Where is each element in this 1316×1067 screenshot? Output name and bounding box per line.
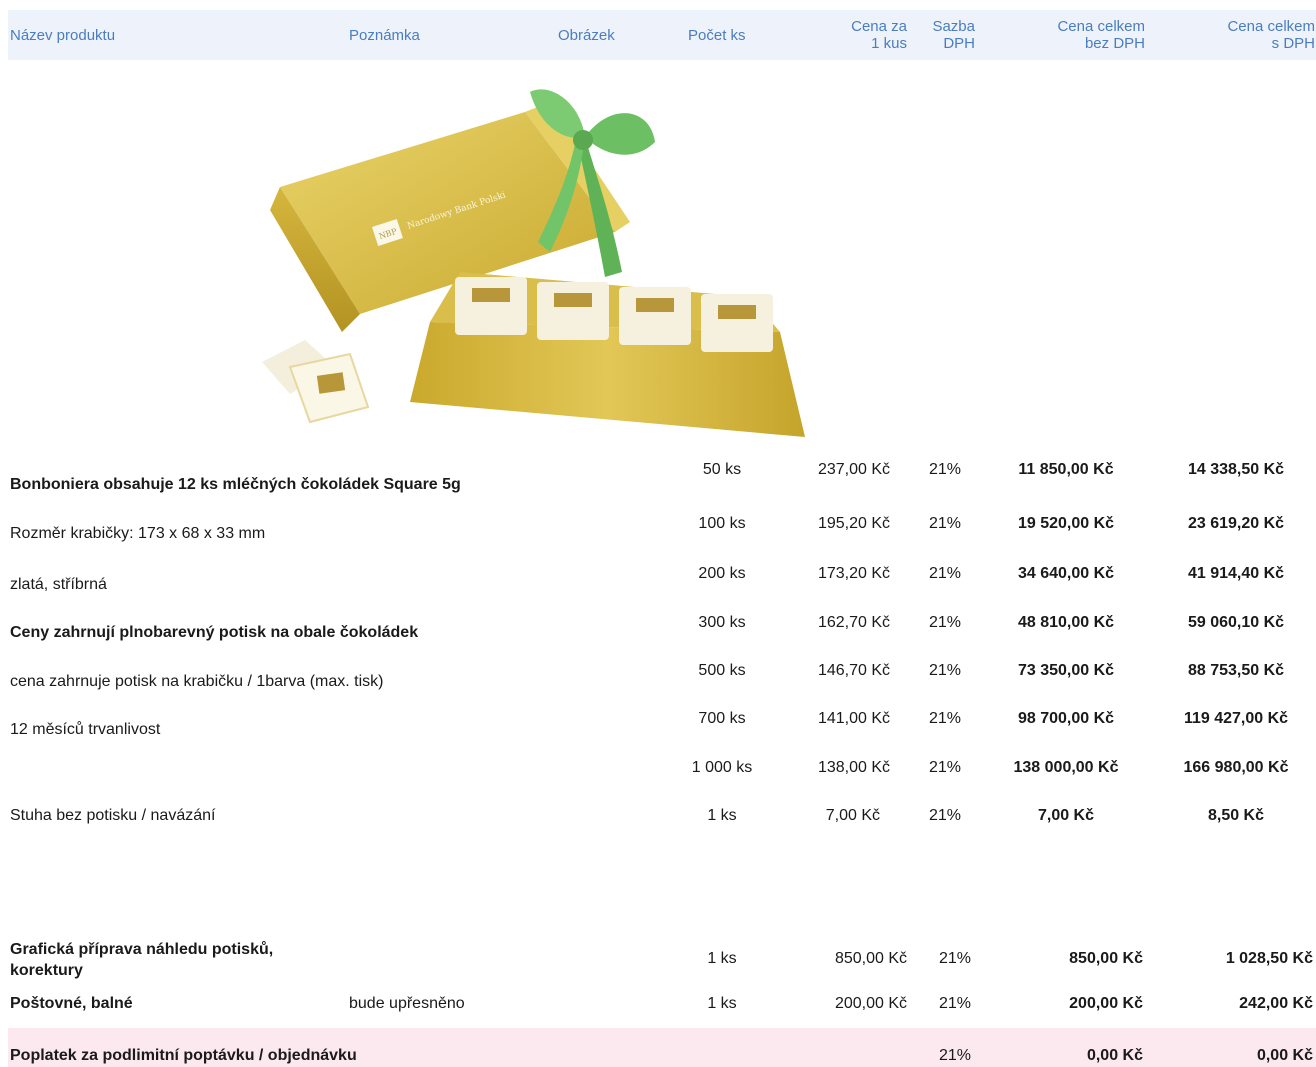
unit-price-cell: 237,00 Kč — [817, 461, 890, 478]
product-box-print-note: cena zahrnuje potisk na krabičku / 1barv… — [10, 673, 384, 690]
total-ex-cell: 98 700,00 Kč — [1017, 710, 1115, 727]
product-image: NBP Narodowy Bank Polski — [262, 89, 805, 437]
graphics-name-line1: Grafická příprava náhledu potisků, — [10, 941, 274, 958]
total-inc-cell: 41 914,40 Kč — [1187, 565, 1285, 582]
shipping-note: bude upřesněno — [349, 995, 465, 1012]
unit-price-cell: 200,00 Kč — [834, 995, 907, 1012]
vat-cell: 21% — [928, 759, 962, 776]
total-inc-cell: 242,00 Kč — [1239, 995, 1313, 1012]
product-print-note: Ceny zahrnují plnobarevný potisk na obal… — [10, 624, 419, 641]
fee-total-ex-cell: 0,00 Kč — [1086, 1047, 1143, 1064]
total-ex-cell: 7,00 Kč — [1037, 807, 1095, 824]
total-ex-cell: 73 350,00 Kč — [1017, 662, 1115, 679]
loose-chocolates — [262, 340, 370, 424]
total-ex-cell: 200,00 Kč — [1069, 995, 1143, 1012]
unit-price-cell: 141,00 Kč — [817, 710, 890, 727]
vat-cell: 21% — [928, 565, 962, 582]
col-header-image: Obrázek — [558, 27, 615, 44]
vat-cell: 21% — [938, 950, 972, 967]
shipping-name: Poštovné, balné — [10, 995, 133, 1012]
total-inc-cell: 23 619,20 Kč — [1187, 515, 1285, 532]
unit-price-cell: 162,70 Kč — [817, 614, 890, 631]
vat-cell: 21% — [928, 515, 962, 532]
fee-name: Poplatek za podlimitní poptávku / objedn… — [10, 1047, 357, 1064]
col-header-note: Poznámka — [349, 27, 420, 44]
total-inc-cell: 59 060,10 Kč — [1187, 614, 1285, 631]
total-ex-cell: 48 810,00 Kč — [1017, 614, 1115, 631]
vat-cell: 21% — [928, 807, 962, 824]
unit-price-cell: 173,20 Kč — [817, 565, 890, 582]
unit-price-cell: 195,20 Kč — [817, 515, 890, 532]
vat-cell: 21% — [928, 461, 962, 478]
qty-cell: 1 ks — [707, 950, 737, 967]
total-inc-cell: 14 338,50 Kč — [1187, 461, 1285, 478]
total-ex-cell: 138 000,00 Kč — [1013, 759, 1119, 776]
total-ex-cell: 19 520,00 Kč — [1017, 515, 1115, 532]
unit-price-cell: 138,00 Kč — [817, 759, 890, 776]
product-dimensions: Rozměr krabičky: 173 x 68 x 33 mm — [10, 525, 266, 542]
ribbon-name: Stuha bez potisku / navázání — [10, 807, 216, 824]
total-ex-cell: 34 640,00 Kč — [1017, 565, 1115, 582]
open-tray — [410, 272, 805, 437]
col-header-total-ex: Cena celkem bez DPH — [1057, 18, 1145, 52]
total-ex-cell: 11 850,00 Kč — [1018, 461, 1114, 478]
col-header-name: Název produktu — [10, 27, 116, 44]
vat-cell: 21% — [928, 710, 962, 727]
col-header-unit-price: Cena za 1 kus — [851, 18, 907, 52]
col-header-qty: Počet ks — [688, 27, 746, 44]
unit-price-cell: 850,00 Kč — [834, 950, 907, 967]
product-title: Bonboniera obsahuje 12 ks mléčných čokol… — [10, 476, 461, 493]
col-header-total-inc: Cena celkem s DPH — [1227, 18, 1315, 52]
unit-price-cell: 146,70 Kč — [817, 662, 890, 679]
graphics-name-line2: korektury — [10, 962, 83, 979]
vat-cell: 21% — [928, 662, 962, 679]
total-inc-cell: 166 980,00 Kč — [1183, 759, 1289, 776]
product-shelf-life: 12 měsíců trvanlivost — [10, 721, 161, 738]
fee-total-inc-cell: 0,00 Kč — [1256, 1047, 1313, 1064]
total-inc-cell: 88 753,50 Kč — [1187, 662, 1285, 679]
unit-price-cell: 7,00 Kč — [825, 807, 880, 824]
qty-cell: 1 ks — [707, 995, 737, 1012]
product-colors: zlatá, stříbrná — [10, 576, 107, 593]
total-inc-cell: 119 427,00 Kč — [1183, 710, 1289, 727]
vat-cell: 21% — [938, 995, 972, 1012]
vat-cell: 21% — [928, 614, 962, 631]
fee-vat-cell: 21% — [938, 1047, 972, 1064]
total-inc-cell: 1 028,50 Kč — [1225, 950, 1313, 967]
total-ex-cell: 850,00 Kč — [1069, 950, 1143, 967]
col-header-vat: Sazba DPH — [932, 18, 975, 52]
total-inc-cell: 8,50 Kč — [1207, 807, 1265, 824]
